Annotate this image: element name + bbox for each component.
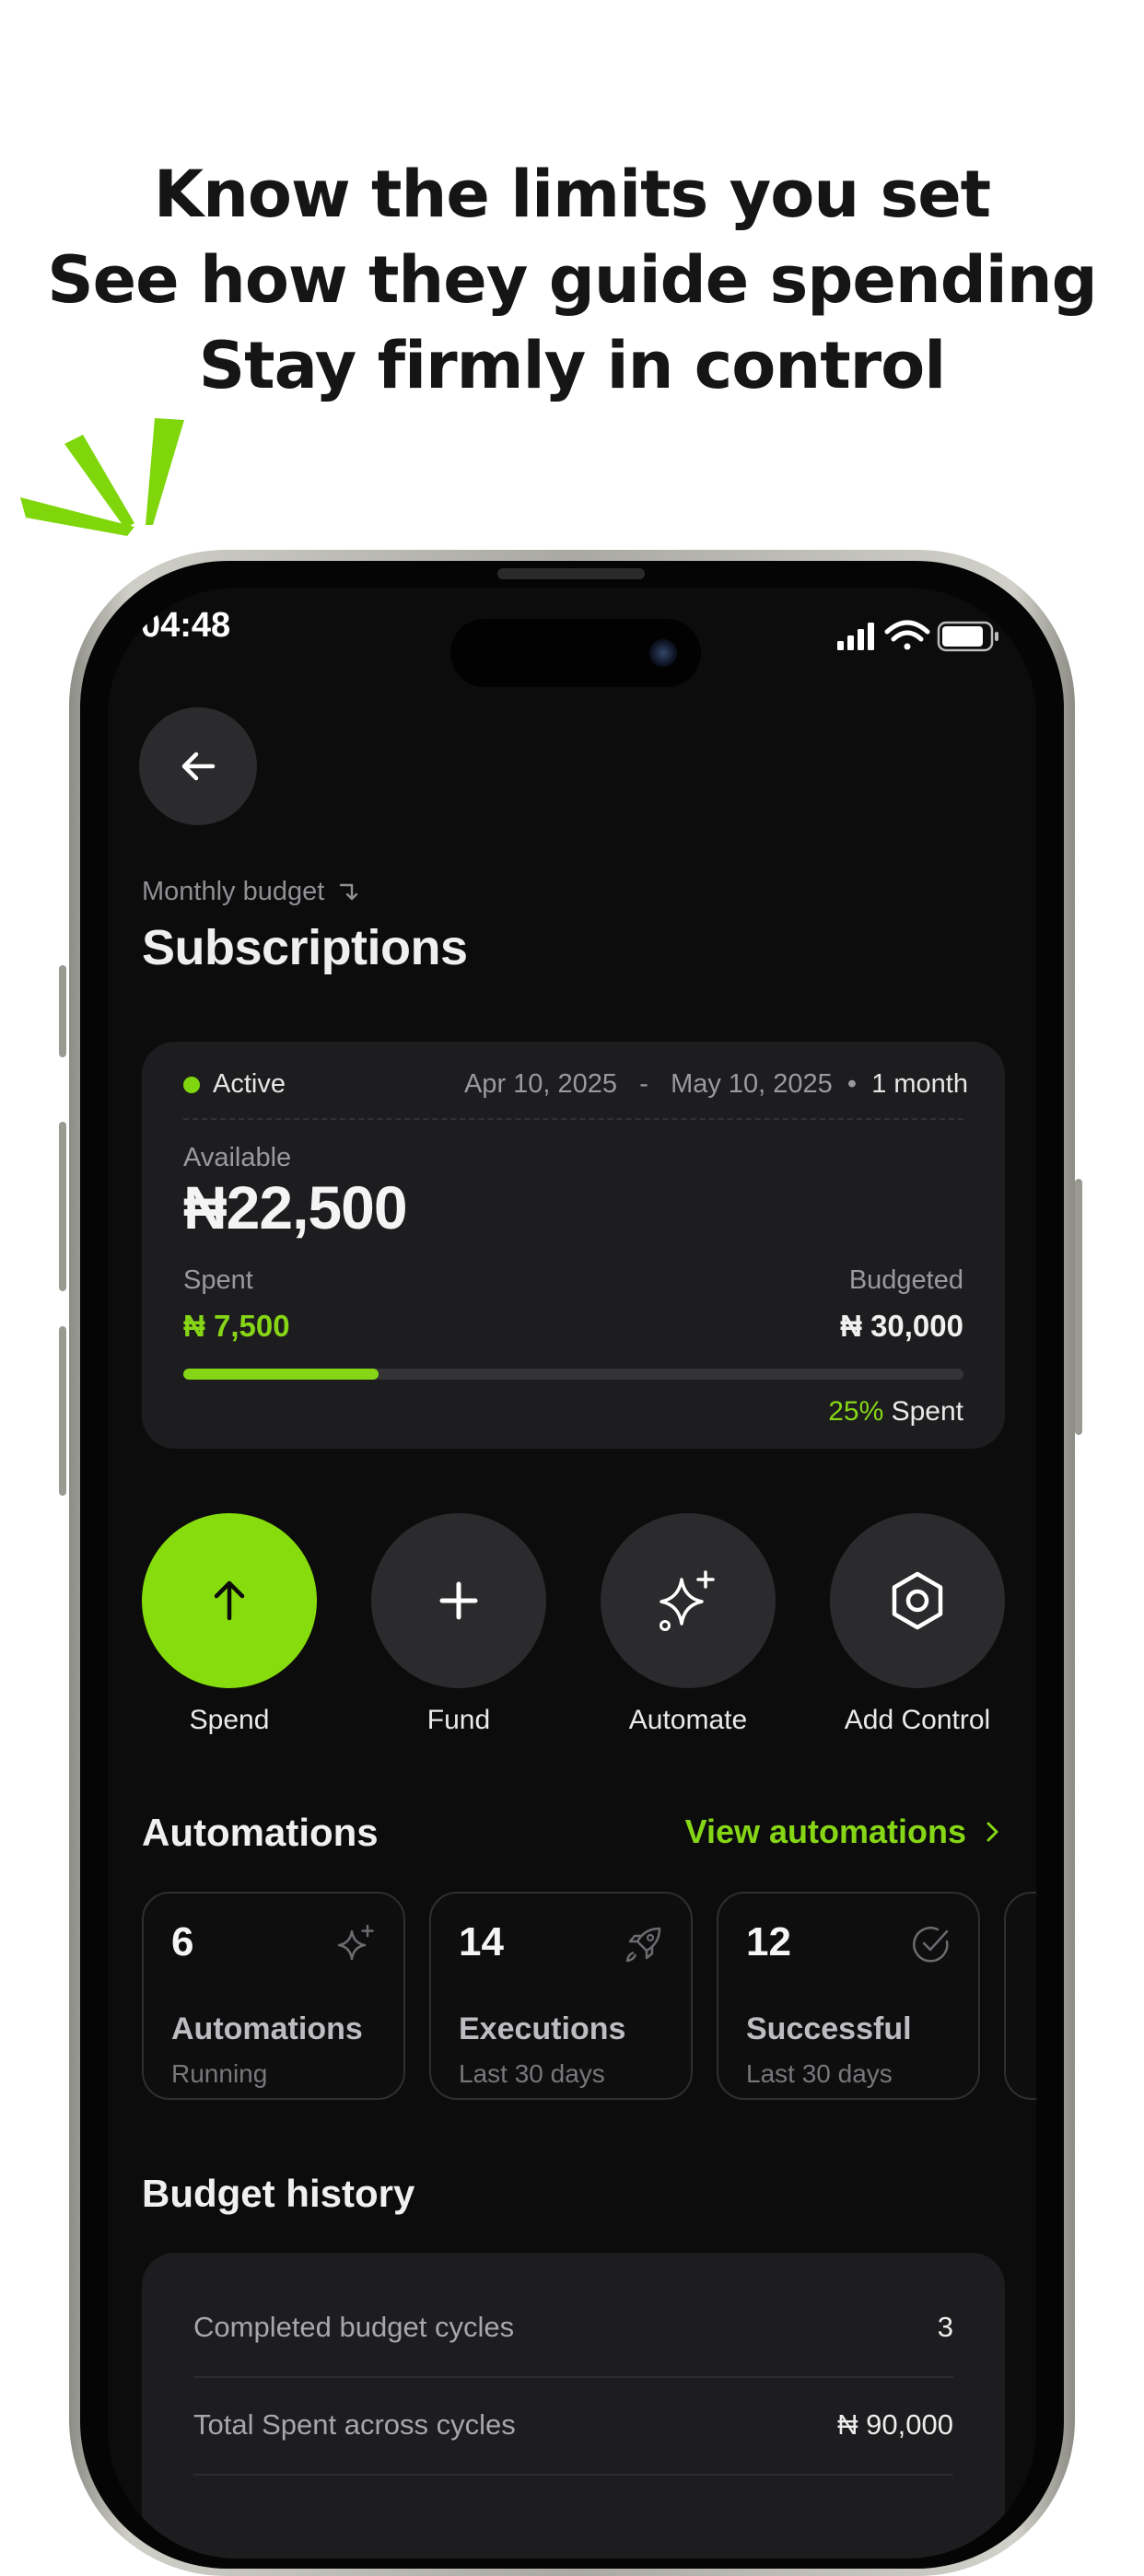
headline-line-2: See how they guide spending bbox=[47, 242, 1097, 318]
stat-card-partial[interactable] bbox=[1004, 1892, 1036, 2100]
chevron-right-icon bbox=[986, 1822, 998, 1842]
add-control-button[interactable] bbox=[830, 1513, 1005, 1688]
headline-line-3: Stay firmly in control bbox=[198, 328, 947, 403]
automate-action[interactable]: Automate bbox=[601, 1513, 776, 1736]
stat-subtitle: Last 30 days bbox=[746, 2059, 893, 2088]
budget-history-card: Completed budget cycles 3 Total Spent ac… bbox=[142, 2253, 1005, 2559]
arrow-up-icon bbox=[214, 1580, 245, 1621]
history-row-label: Completed budget cycles bbox=[193, 2311, 515, 2343]
stat-value: 12 bbox=[746, 1919, 791, 1964]
stat-name: Executions bbox=[459, 2011, 626, 2046]
phone-mute-switch bbox=[59, 965, 66, 1057]
status-dot bbox=[183, 1076, 200, 1093]
hexagon-settings-icon bbox=[892, 1571, 943, 1630]
sparkles-icon bbox=[337, 1924, 374, 1961]
status-icons bbox=[837, 620, 998, 652]
phone-speaker bbox=[497, 568, 645, 579]
budgeted-amount: ₦ 30,000 bbox=[840, 1309, 963, 1343]
fund-label: Fund bbox=[426, 1705, 491, 1735]
duration-separator: • bbox=[846, 1069, 858, 1099]
sparks-decoration-icon bbox=[20, 418, 184, 536]
status-badge: Active bbox=[183, 1069, 286, 1100]
stat-value: 14 bbox=[459, 1919, 504, 1964]
add-control-label: Add Control bbox=[844, 1705, 991, 1735]
wifi-icon bbox=[884, 620, 930, 650]
view-automations-label: View automations bbox=[684, 1813, 966, 1850]
executions-card[interactable]: 14 Executions Last 30 days bbox=[429, 1892, 693, 2100]
spend-progress-bar bbox=[183, 1369, 963, 1380]
fund-action[interactable]: Fund bbox=[371, 1513, 546, 1736]
phone-screen: 04:48 Monthly budget Subscriptions Activ… bbox=[108, 588, 1036, 2559]
battery-icon bbox=[937, 621, 998, 652]
rocket-icon bbox=[625, 1927, 661, 1963]
sparkles-icon bbox=[660, 1570, 715, 1631]
stat-value: 6 bbox=[171, 1919, 194, 1964]
budget-duration: 1 month bbox=[871, 1069, 968, 1099]
page-title: Subscriptions bbox=[142, 920, 468, 975]
spend-action[interactable]: Spend bbox=[142, 1513, 317, 1736]
front-camera bbox=[649, 639, 677, 667]
budget-summary-card: Active Apr 10, 2025 - May 10, 2025 • 1 m… bbox=[142, 1042, 1005, 1449]
spent-label: Spent bbox=[183, 1265, 253, 1295]
stat-subtitle: Running bbox=[171, 2059, 268, 2088]
plus-icon bbox=[439, 1581, 478, 1620]
fund-button[interactable] bbox=[371, 1513, 546, 1688]
available-label: Available bbox=[183, 1143, 292, 1172]
stat-name: Automations bbox=[171, 2011, 363, 2046]
stat-subtitle: Last 30 days bbox=[459, 2059, 605, 2088]
automations-heading: Automations bbox=[142, 1811, 379, 1854]
back-button[interactable] bbox=[139, 707, 257, 825]
history-row-value: 3 bbox=[937, 2311, 953, 2343]
end-date: May 10, 2025 bbox=[671, 1069, 833, 1099]
spent-amount: ₦ 7,500 bbox=[183, 1309, 290, 1343]
check-circle-icon bbox=[913, 1927, 949, 1963]
budget-history-heading: Budget history bbox=[142, 2172, 415, 2215]
start-date: Apr 10, 2025 bbox=[463, 1069, 618, 1099]
spent-percent-value: 25% bbox=[828, 1396, 884, 1427]
history-row-completed-cycles: Completed budget cycles 3 bbox=[193, 2279, 953, 2378]
card-divider bbox=[183, 1118, 963, 1120]
automate-button[interactable] bbox=[601, 1513, 776, 1688]
budget-period: Apr 10, 2025 - May 10, 2025 • 1 month bbox=[464, 1069, 968, 1100]
arrow-left-icon bbox=[181, 752, 216, 781]
view-automations-link[interactable]: View automations bbox=[685, 1813, 1003, 1851]
spend-progress-fill bbox=[183, 1369, 379, 1380]
automations-running-card[interactable]: 6 Automations Running bbox=[142, 1892, 405, 2100]
headline-line-1: Know the limits you set bbox=[153, 157, 991, 232]
return-arrow-icon bbox=[340, 883, 358, 900]
status-time: 04:48 bbox=[141, 606, 231, 645]
date-separator: - bbox=[639, 1069, 648, 1099]
budgeted-label: Budgeted bbox=[848, 1265, 963, 1295]
successful-card[interactable]: 12 Successful Last 30 days bbox=[717, 1892, 980, 2100]
available-amount: ₦22,500 bbox=[183, 1173, 408, 1241]
add-control-action[interactable]: Add Control bbox=[830, 1513, 1005, 1736]
breadcrumb[interactable]: Monthly budget bbox=[142, 877, 361, 907]
spent-percent-suffix: Spent bbox=[891, 1396, 963, 1427]
automate-label: Automate bbox=[628, 1705, 748, 1735]
phone-volume-down-button bbox=[59, 1326, 66, 1496]
spend-button[interactable] bbox=[142, 1513, 317, 1688]
history-row-total-spent: Total Spent across cycles ₦ 90,000 bbox=[193, 2376, 953, 2476]
phone-power-button bbox=[1075, 1179, 1082, 1435]
status-label: Active bbox=[213, 1069, 286, 1099]
spent-percentage: 25% Spent bbox=[828, 1396, 963, 1428]
cellular-signal-icon bbox=[837, 623, 874, 650]
history-row-value: ₦ 90,000 bbox=[837, 2408, 953, 2441]
history-row-label: Total Spent across cycles bbox=[193, 2408, 516, 2441]
stat-name: Successful bbox=[746, 2011, 912, 2046]
spend-label: Spend bbox=[189, 1705, 270, 1735]
phone-volume-up-button bbox=[59, 1122, 66, 1291]
breadcrumb-label: Monthly budget bbox=[142, 877, 325, 906]
marketing-headline: Know the limits you set See how they gui… bbox=[0, 152, 1144, 409]
